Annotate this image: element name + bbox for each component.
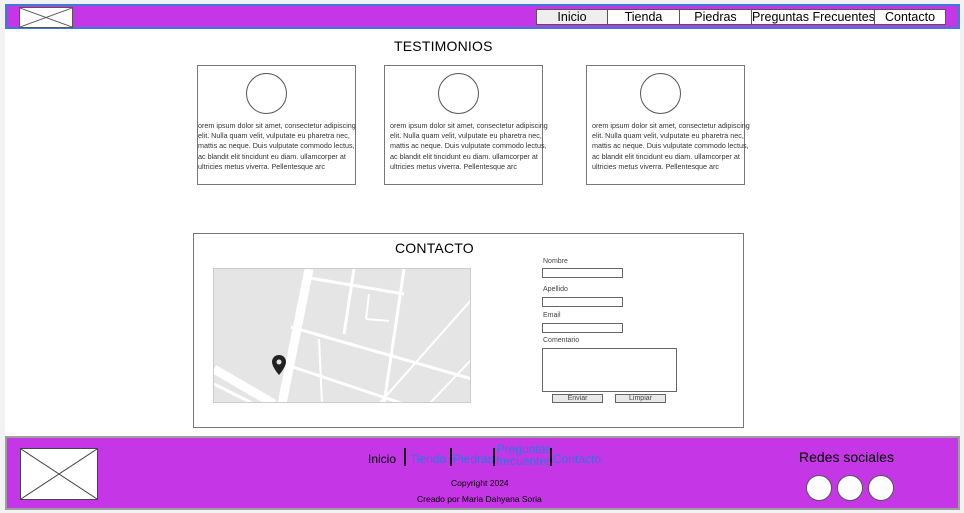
social-icon[interactable] (837, 475, 863, 501)
nav-preguntas-frecuentes[interactable]: Preguntas Frecuentes (751, 9, 875, 25)
footer-divider (493, 448, 495, 466)
apellido-label: Apellido (543, 286, 568, 293)
testimonial-card: orem ipsum dolor sit amet, consectetur a… (197, 65, 356, 185)
testimonial-text: orem ipsum dolor sit amet, consectetur a… (592, 121, 750, 171)
social-icon[interactable] (806, 475, 832, 501)
nombre-field[interactable] (542, 268, 623, 278)
footer-nav-preguntas-line2: frecuentes (496, 454, 553, 468)
avatar-placeholder-icon (640, 73, 681, 114)
footer-nav-inicio[interactable]: Inicio (368, 453, 396, 465)
apellido-field[interactable] (542, 297, 623, 307)
logo-placeholder-icon[interactable] (19, 7, 73, 28)
footer-divider (550, 448, 552, 466)
social-icon[interactable] (868, 475, 894, 501)
nav-piedras[interactable]: Piedras (679, 9, 752, 25)
testimonial-card: orem ipsum dolor sit amet, consectetur a… (384, 65, 548, 185)
contact-title: CONTACTO (395, 240, 474, 256)
testimonials-title: TESTIMONIOS (394, 38, 493, 54)
contact-section: CONTACTO Nombre Apellido Email Comentari… (193, 233, 744, 428)
footer-nav-contacto[interactable]: Contacto (553, 453, 601, 465)
avatar-placeholder-icon (438, 73, 479, 114)
footer-nav-tienda[interactable]: Tienda (410, 453, 446, 465)
map[interactable] (213, 268, 471, 403)
nav-inicio[interactable]: Inicio (536, 9, 608, 25)
testimonial-text: orem ipsum dolor sit amet, consectetur a… (390, 121, 548, 171)
send-button[interactable]: Enviar (552, 394, 603, 403)
copyright-text: Copyright 2024 (451, 478, 509, 488)
avatar-placeholder-icon (246, 73, 287, 114)
footer-divider (450, 448, 452, 466)
comentario-field[interactable] (542, 348, 677, 392)
testimonial-card: orem ipsum dolor sit amet, consectetur a… (586, 65, 750, 185)
credit-text: Creado por Maria Dahyana Soria (417, 494, 542, 504)
footer-divider (404, 448, 406, 466)
social-title: Redes sociales (799, 449, 894, 465)
header-bar: Inicio Tienda Piedras Preguntas Frecuent… (5, 4, 960, 29)
nav-tienda[interactable]: Tienda (607, 9, 680, 25)
nav-contacto[interactable]: Contacto (874, 9, 946, 25)
map-pin-icon[interactable] (272, 355, 286, 375)
footer-logo-placeholder-icon[interactable] (20, 448, 98, 500)
nombre-label: Nombre (543, 258, 568, 265)
comentario-label: Comentario (543, 337, 580, 344)
footer-nav-piedras[interactable]: Piedras (453, 453, 494, 465)
footer-nav-preguntas-frecuentes[interactable]: Preguntas frecuentes (496, 443, 552, 467)
testimonial-text: orem ipsum dolor sit amet, consectetur a… (198, 121, 356, 171)
email-field[interactable] (542, 323, 623, 333)
map-streets (214, 269, 470, 402)
footer-bar: Inicio Tienda Piedras Preguntas frecuent… (5, 436, 960, 510)
email-label: Email (543, 312, 561, 319)
main-nav: Inicio Tienda Piedras Preguntas Frecuent… (536, 9, 946, 25)
clear-button[interactable]: Limpiar (615, 394, 666, 403)
